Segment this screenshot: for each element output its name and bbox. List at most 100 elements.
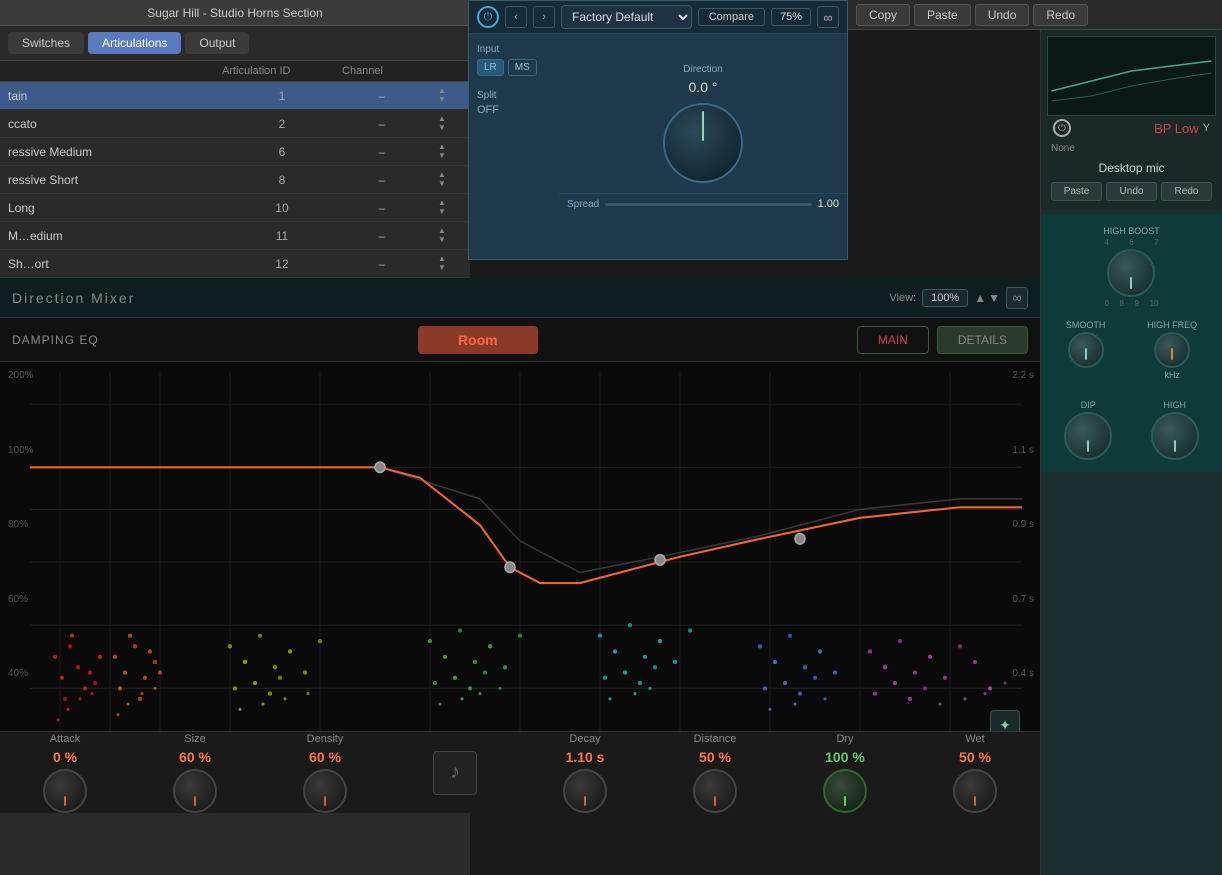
tab-articulations[interactable]: Articulations xyxy=(88,32,181,54)
high-label: HIGH xyxy=(1164,400,1187,410)
smooth-group: SMOOTH xyxy=(1066,318,1106,382)
copy-button-top[interactable]: Copy xyxy=(856,4,910,26)
decay-knob[interactable] xyxy=(563,769,607,813)
direction-preset-select[interactable]: Factory Default xyxy=(561,5,692,29)
density-group: Density 60 % xyxy=(303,733,347,813)
input-group: Input LR MS xyxy=(477,44,551,76)
attack-value: 0 % xyxy=(53,749,77,765)
knob-indicator xyxy=(1174,440,1176,452)
wet-knob[interactable] xyxy=(953,769,997,813)
high-freq-knob[interactable] xyxy=(1154,332,1190,368)
title-bar: Sugar Hill - Studio Horns Section xyxy=(0,0,470,26)
high-boost-label: HIGH BOOST xyxy=(1103,226,1160,236)
table-row[interactable]: ccato 2 – ▲▼ xyxy=(0,110,470,138)
direction-link-button[interactable]: ∞ xyxy=(817,6,839,28)
attack-group: Attack 0 % xyxy=(43,733,87,813)
dip-high-row: DIP HIGH xyxy=(1045,394,1218,466)
high-boost-group: HIGH BOOST 4 6 7 0 8 9 10 xyxy=(1103,224,1160,310)
view-up-arrow[interactable]: ▲ xyxy=(974,291,986,305)
dry-knob[interactable] xyxy=(823,769,867,813)
spread-value: 1.00 xyxy=(818,198,839,210)
dir-prev-button[interactable]: ‹ xyxy=(505,6,527,28)
dir-next-button[interactable]: › xyxy=(533,6,555,28)
direction-knob[interactable] xyxy=(663,103,743,183)
high-group: HIGH xyxy=(1151,398,1199,462)
view-down-arrow[interactable]: ▼ xyxy=(988,291,1000,305)
knob-indicator xyxy=(584,796,586,806)
table-row[interactable]: M…edium 11 – ▲▼ xyxy=(0,222,470,250)
table-row[interactable]: ressive Medium 6 – ▲▼ xyxy=(0,138,470,166)
paste-button-right[interactable]: Paste xyxy=(1051,182,1102,201)
right-power-icon[interactable]: ⏻ xyxy=(1053,119,1071,137)
row-arrow[interactable]: ▲▼ xyxy=(422,143,462,160)
wet-group: Wet 50 % xyxy=(953,733,997,813)
smooth-label: SMOOTH xyxy=(1066,320,1106,330)
knob-indicator xyxy=(844,796,846,806)
split-label: Split xyxy=(477,90,551,101)
eq-tab-row: DAMPING EQ Room MAIN DETAILS xyxy=(0,318,1040,362)
table-row[interactable]: tain 1 – ▲▼ xyxy=(0,82,470,110)
direction-angle: 0.0 ° xyxy=(689,79,718,95)
table-row[interactable]: Long 10 – ▲▼ xyxy=(0,194,470,222)
col-channel: Channel xyxy=(342,65,422,77)
dry-label: Dry xyxy=(836,733,853,745)
split-value: OFF xyxy=(477,104,551,116)
row-arrow[interactable]: ▲▼ xyxy=(422,227,462,244)
distance-label: Distance xyxy=(694,733,737,745)
redo-button-top[interactable]: Redo xyxy=(1033,4,1088,26)
ms-button[interactable]: MS xyxy=(508,59,537,76)
row-arrow[interactable]: ▲▼ xyxy=(422,255,462,272)
spread-label: Spread xyxy=(567,199,599,210)
desktop-mic-label: Desktop mic xyxy=(1047,157,1216,179)
paste-button-top[interactable]: Paste xyxy=(914,4,971,26)
view-percent[interactable]: 100% xyxy=(922,289,968,307)
details-tab-button[interactable]: DETAILS xyxy=(937,326,1028,354)
knob-indicator xyxy=(1085,348,1087,360)
table-row[interactable]: ressive Short 8 – ▲▼ xyxy=(0,166,470,194)
high-knob[interactable] xyxy=(1151,412,1199,460)
row-arrow[interactable]: ▲▼ xyxy=(422,171,462,188)
tab-switches[interactable]: Switches xyxy=(8,32,84,54)
right-top-area: ⏻ BP Low Y None Desktop mic Paste Undo R… xyxy=(1041,30,1222,210)
redo-button-right[interactable]: Redo xyxy=(1161,182,1212,201)
smooth-knob[interactable] xyxy=(1068,332,1104,368)
decay-value: 1.10 s xyxy=(566,749,605,765)
undo-button-right[interactable]: Undo xyxy=(1106,182,1157,201)
dip-knob[interactable] xyxy=(1064,412,1112,460)
direction-compare-button[interactable]: Compare xyxy=(698,8,765,26)
lr-button[interactable]: LR xyxy=(477,59,504,76)
eq-grid-svg xyxy=(0,362,1040,762)
bottom-param-bar: Attack 0 % Size 60 % Density 60 % ♪ Deca… xyxy=(0,731,1040,813)
high-boost-knob[interactable] xyxy=(1107,249,1155,297)
undo-button-top[interactable]: Undo xyxy=(975,4,1030,26)
attack-knob[interactable] xyxy=(43,769,87,813)
size-label: Size xyxy=(184,733,205,745)
row-arrow[interactable]: ▲▼ xyxy=(422,199,462,216)
row-arrow[interactable]: ▲▼ xyxy=(422,115,462,132)
density-knob[interactable] xyxy=(303,769,347,813)
input-mode-row: LR MS xyxy=(477,59,551,76)
direction-power-button[interactable]: ⏻ xyxy=(477,6,499,28)
col-articulation-id: Articulation ID xyxy=(222,65,342,77)
direction-mixer-header: Direction Mixer View: 100% ▲ ▼ ∞ xyxy=(0,278,1040,318)
distance-knob[interactable] xyxy=(693,769,737,813)
music-icon[interactable]: ♪ xyxy=(433,751,477,795)
right-y-label: Y xyxy=(1203,122,1210,134)
view-link-button[interactable]: ∞ xyxy=(1006,287,1028,309)
view-label: View: xyxy=(889,292,916,304)
size-knob[interactable] xyxy=(173,769,217,813)
direction-percent[interactable]: 75% xyxy=(771,8,811,26)
teal-section: HIGH BOOST 4 6 7 0 8 9 10 SM xyxy=(1041,214,1222,472)
room-button[interactable]: Room xyxy=(418,326,538,354)
spread-slider[interactable] xyxy=(605,203,811,206)
decay-group: Decay 1.10 s xyxy=(563,733,607,813)
tab-output[interactable]: Output xyxy=(185,32,249,54)
right-btn-row: Paste Undo Redo xyxy=(1047,179,1216,204)
main-eq-area: Direction Mixer View: 100% ▲ ▼ ∞ DAMPING… xyxy=(0,278,1040,813)
row-arrow[interactable]: ▲▼ xyxy=(422,87,462,104)
table-row[interactable]: Sh…ort 12 – ▲▼ xyxy=(0,250,470,278)
main-tab-button[interactable]: MAIN xyxy=(857,326,929,354)
attack-label: Attack xyxy=(50,733,81,745)
knob-scale: 4 6 7 xyxy=(1104,238,1158,247)
high-freq-group: HIGH FREQ kHz xyxy=(1147,318,1197,382)
